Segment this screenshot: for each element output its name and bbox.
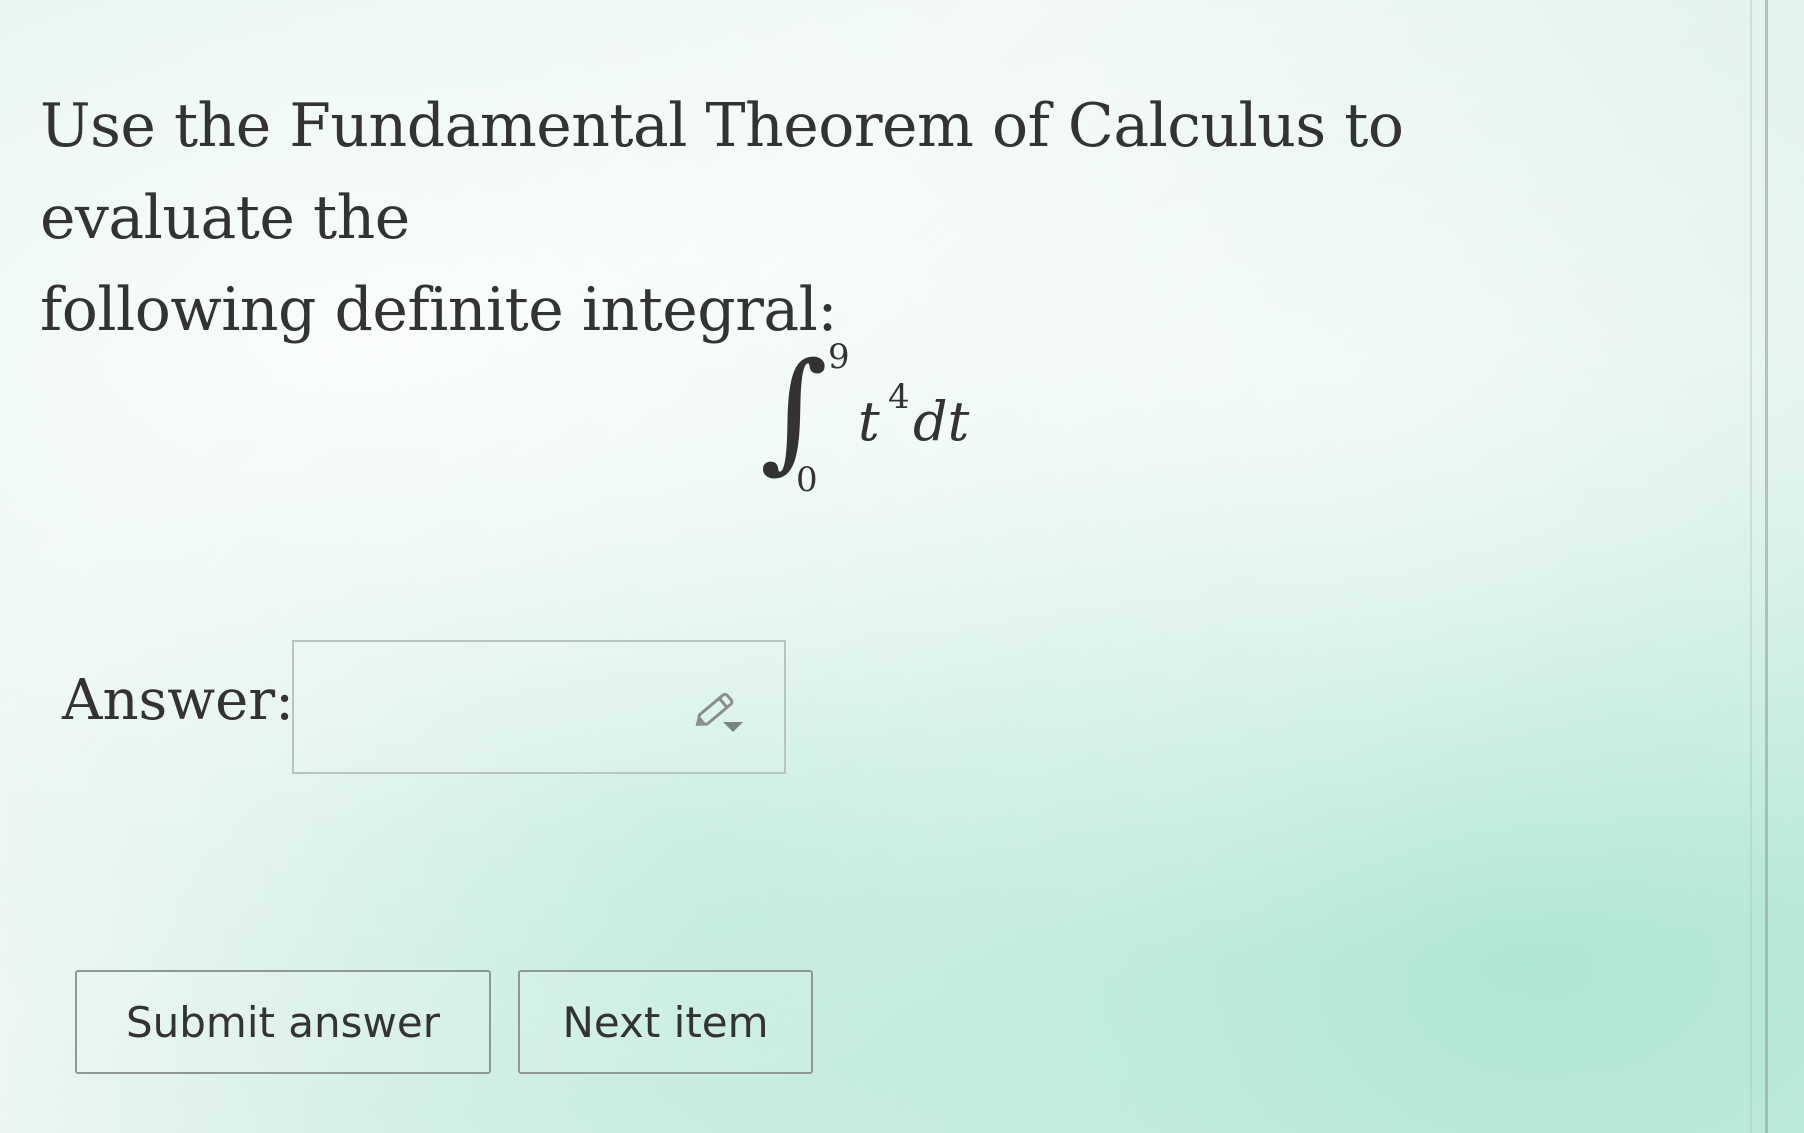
integrand-variable: t xyxy=(858,390,880,453)
next-item-button[interactable]: Next item xyxy=(518,970,813,1074)
integral-differential: dt xyxy=(913,390,970,453)
pencil-dropdown-icon[interactable] xyxy=(689,680,749,740)
answer-label: Answer: xyxy=(62,668,294,733)
question-line-1: Use the Fundamental Theorem of Calculus … xyxy=(40,91,1404,253)
submit-answer-button[interactable]: Submit answer xyxy=(75,970,491,1074)
question-page: Use the Fundamental Theorem of Calculus … xyxy=(0,0,1804,1133)
panel-border xyxy=(1765,0,1768,1133)
answer-field[interactable] xyxy=(292,640,786,774)
integrand-exponent: 4 xyxy=(888,377,910,417)
integral-lower-limit: 0 xyxy=(796,460,818,500)
pencil-icon xyxy=(695,692,743,732)
panel-edge-shadow xyxy=(1750,0,1752,1133)
integral-upper-limit: 9 xyxy=(828,337,850,377)
definite-integral: ∫ 9 0 t 4 dt xyxy=(760,335,1000,510)
question-prompt: Use the Fundamental Theorem of Calculus … xyxy=(40,80,1600,356)
